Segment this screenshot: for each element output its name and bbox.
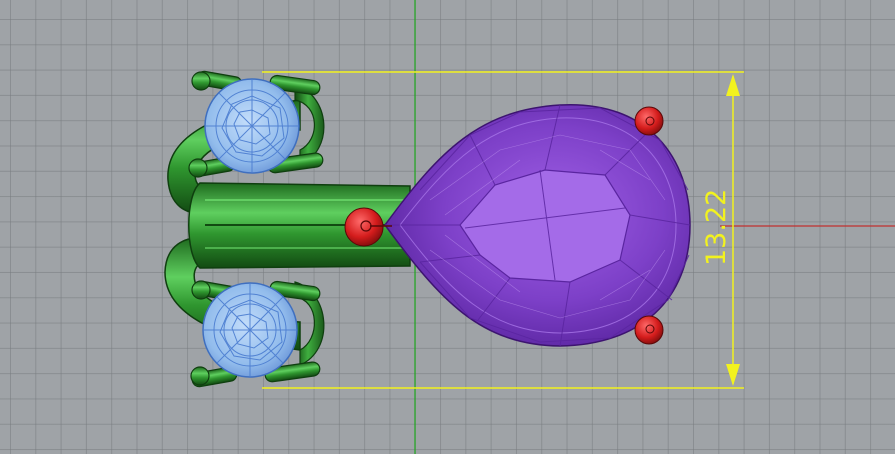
dimension-arrow-top <box>726 74 740 96</box>
model-scene[interactable]: 13.22 <box>0 0 895 454</box>
pear-gem[interactable] <box>384 104 691 347</box>
control-point-top[interactable] <box>634 106 664 136</box>
control-point-bottom[interactable] <box>634 315 664 345</box>
dimension-arrow-bottom <box>726 364 740 386</box>
side-gem-top[interactable] <box>204 78 300 174</box>
rhino-viewport[interactable]: 13.22 <box>0 0 895 454</box>
dimension-value: 13.22 <box>701 189 732 266</box>
side-gem-bottom[interactable] <box>202 282 298 378</box>
